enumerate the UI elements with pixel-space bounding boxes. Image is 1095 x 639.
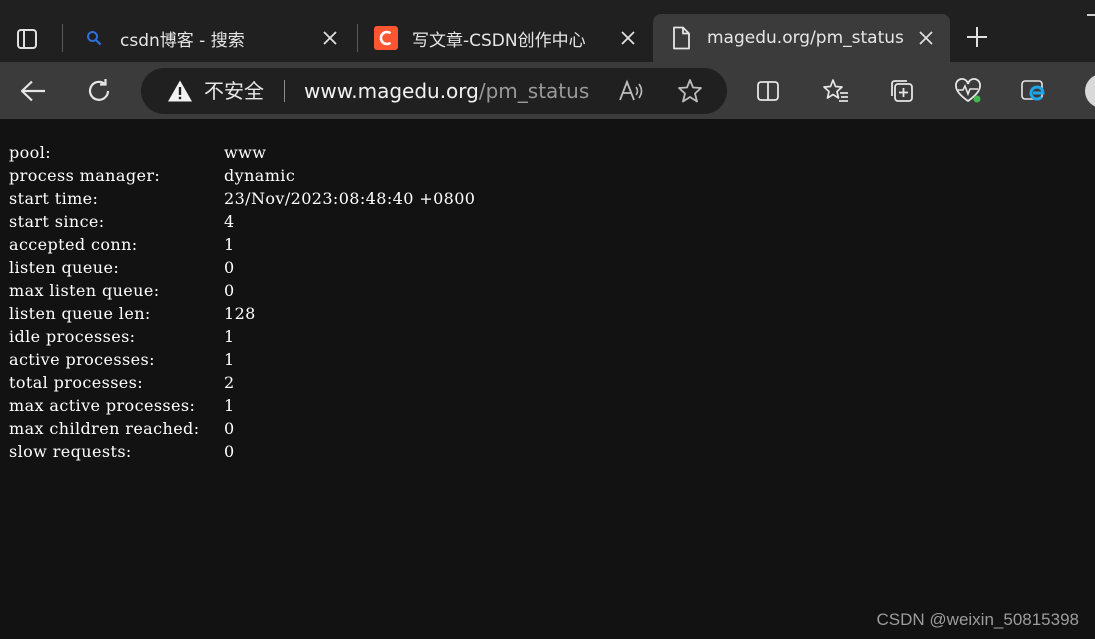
status-value: 4 — [224, 212, 235, 231]
ie-mode-icon — [1021, 80, 1045, 101]
new-tab-button[interactable] — [962, 22, 992, 52]
tab-csdn-search[interactable]: csdn博客 - 搜索 — [66, 14, 354, 62]
status-key: max listen queue: — [9, 281, 160, 300]
status-key: slow requests: — [9, 442, 132, 461]
status-value: 128 — [224, 304, 256, 323]
plus-icon — [967, 27, 987, 47]
ie-mode-button[interactable] — [1016, 73, 1052, 109]
browser-essentials-button[interactable] — [950, 73, 986, 109]
url-path: /pm_status — [478, 79, 590, 103]
back-button[interactable] — [15, 73, 51, 109]
close-tab-button[interactable] — [318, 26, 342, 50]
split-screen-icon — [757, 81, 779, 101]
refresh-icon — [88, 79, 110, 101]
heart-pulse-icon — [955, 78, 981, 103]
address-bar[interactable]: 不安全 www.magedu.org/pm_status — [141, 68, 727, 114]
page-content: pool: www process manager: dynamic start tim… — [0, 119, 1095, 639]
csdn-logo-icon — [374, 26, 398, 50]
status-key: start time: — [9, 189, 99, 208]
status-value: 1 — [224, 235, 235, 254]
status-value: 0 — [224, 419, 235, 438]
star-icon — [678, 79, 702, 103]
status-key: idle processes: — [9, 327, 136, 346]
status-key: process manager: — [9, 166, 161, 185]
url-host: www.magedu.org — [304, 79, 479, 103]
security-status-label[interactable]: 不安全 — [204, 79, 264, 103]
status-value: 2 — [224, 373, 235, 392]
tab-actions-button[interactable] — [10, 22, 44, 56]
tab-csdn-editor[interactable]: 写文章-CSDN创作中心 — [358, 14, 652, 62]
url-text[interactable]: www.magedu.org/pm_status — [304, 79, 589, 103]
back-arrow-icon — [20, 80, 45, 102]
close-tab-button[interactable] — [616, 26, 640, 50]
status-value: 0 — [224, 258, 235, 277]
status-value: 1 — [224, 327, 235, 346]
watermark-text: CSDN @weixin_50815398 — [876, 610, 1079, 629]
status-value: dynamic — [224, 166, 296, 185]
search-icon — [82, 26, 106, 50]
close-icon — [621, 31, 635, 45]
tab-actions-icon — [17, 29, 37, 49]
read-aloud-button[interactable] — [617, 78, 645, 104]
status-key: accepted conn: — [9, 235, 138, 254]
collections-icon — [891, 80, 913, 102]
browser-window: csdn博客 - 搜索 写文章-CSDN创作中心 magedu.org/pm_s… — [0, 0, 1095, 639]
read-aloud-icon — [619, 79, 643, 101]
status-key: max active processes: — [9, 396, 196, 415]
close-icon — [323, 31, 337, 45]
status-value: 1 — [224, 350, 235, 369]
close-tab-button[interactable] — [914, 26, 938, 50]
minimize-window-button[interactable] — [1087, 14, 1095, 16]
status-value: 0 — [224, 281, 235, 300]
close-icon — [919, 31, 933, 45]
tab-pm-status[interactable]: magedu.org/pm_status — [653, 14, 950, 62]
tab-strip: csdn博客 - 搜索 写文章-CSDN创作中心 magedu.org/pm_s… — [0, 0, 1095, 62]
address-divider — [284, 80, 285, 102]
status-value: 1 — [224, 396, 235, 415]
status-key: start since: — [9, 212, 105, 231]
favorites-button[interactable] — [818, 73, 854, 109]
warning-icon[interactable] — [167, 79, 193, 103]
split-screen-button[interactable] — [750, 73, 786, 109]
status-key: active processes: — [9, 350, 155, 369]
favorites-list-icon — [823, 79, 848, 102]
page-icon — [669, 26, 693, 50]
status-key: listen queue len: — [9, 304, 151, 323]
favorite-star-button[interactable] — [676, 78, 704, 104]
status-key: pool: — [9, 143, 52, 162]
profile-avatar[interactable] — [1085, 74, 1095, 108]
tab-separator — [62, 24, 63, 52]
status-key: listen queue: — [9, 258, 120, 277]
status-value: 0 — [224, 442, 235, 461]
refresh-button[interactable] — [81, 73, 117, 109]
status-key: total processes: — [9, 373, 144, 392]
status-value: 23/Nov/2023:08:48:40 +0800 — [224, 189, 476, 208]
status-value: www — [224, 143, 267, 162]
navigation-toolbar: 不安全 www.magedu.org/pm_status — [0, 62, 1095, 119]
collections-button[interactable] — [884, 73, 920, 109]
status-key: max children reached: — [9, 419, 200, 438]
